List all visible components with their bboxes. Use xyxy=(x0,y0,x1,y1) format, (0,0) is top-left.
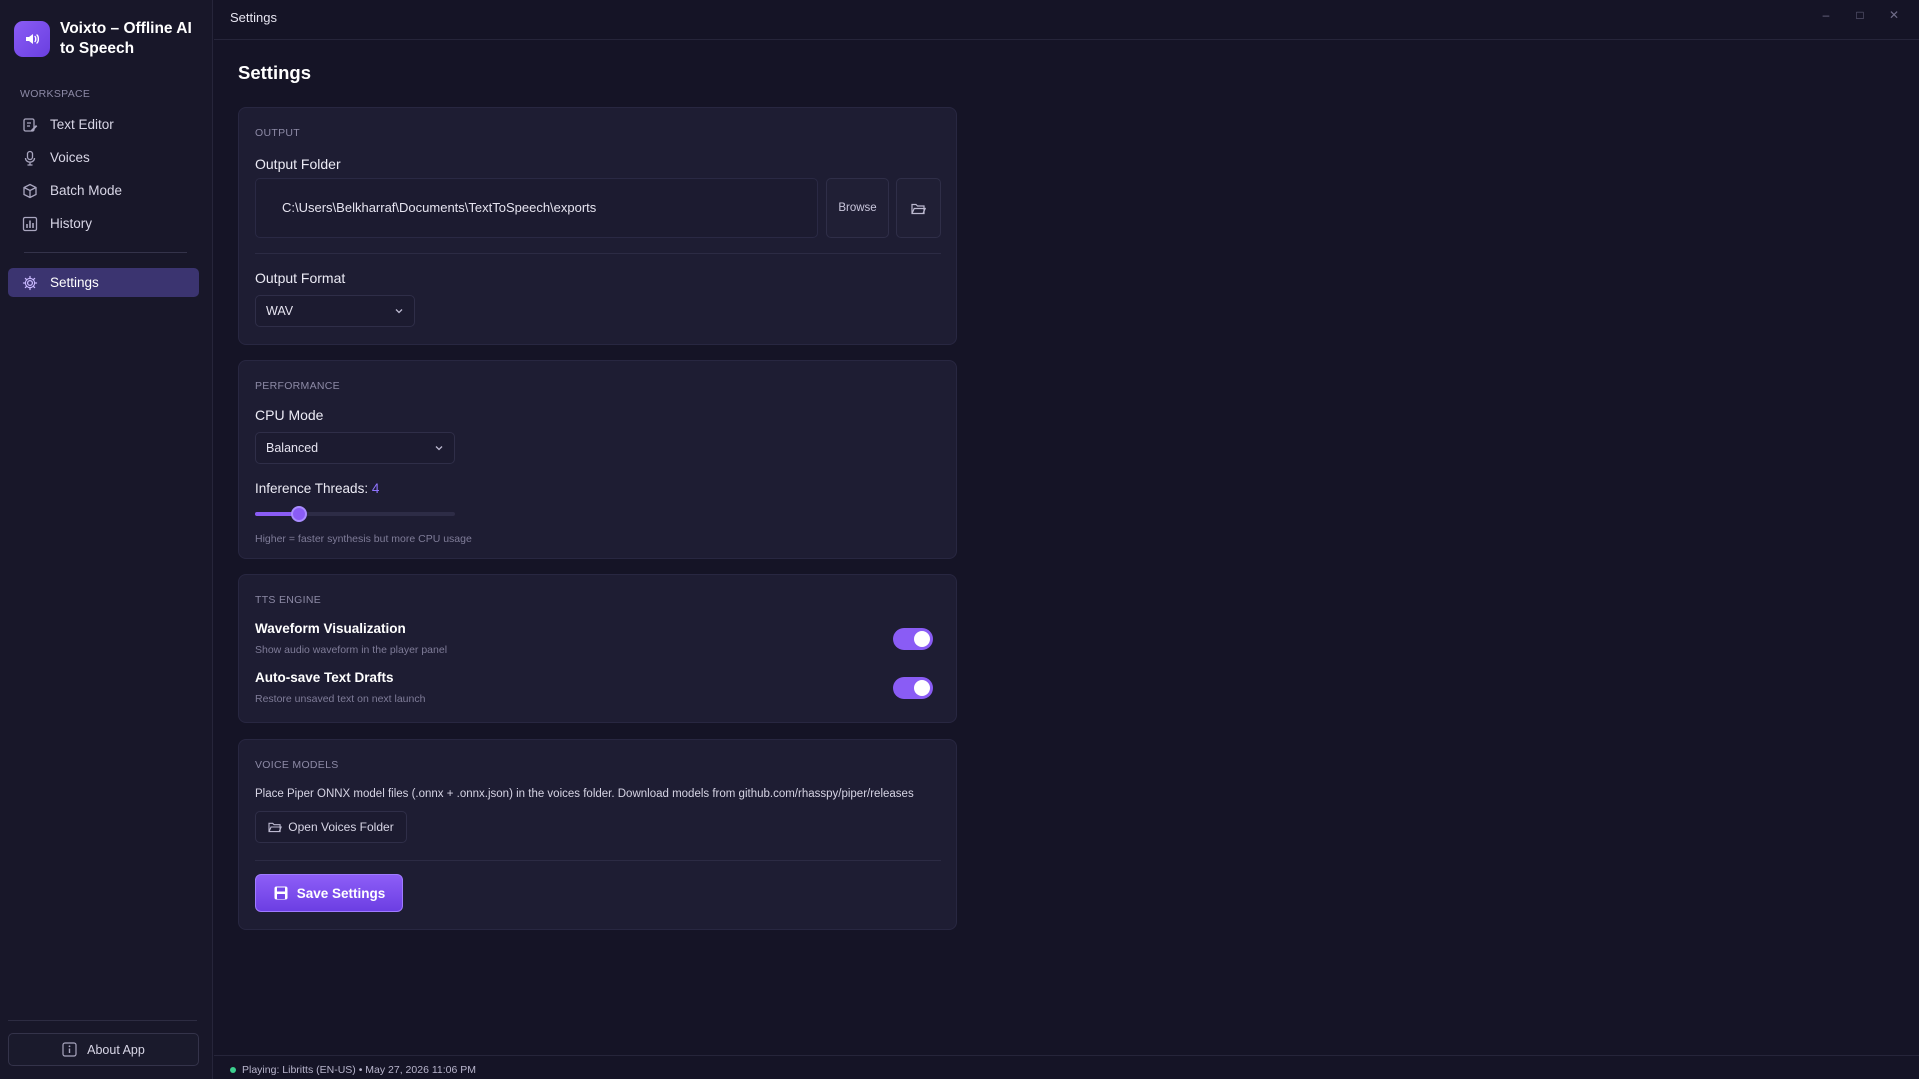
close-button[interactable]: ✕ xyxy=(1884,8,1904,22)
text-editor-icon xyxy=(23,117,38,132)
about-app-button[interactable]: About App xyxy=(8,1033,199,1066)
output-format-label: Output Format xyxy=(255,270,346,286)
cpu-mode-select[interactable]: Balanced xyxy=(255,432,455,464)
output-format-value: WAV xyxy=(266,304,294,318)
sidebar: Voixto – Offline AI to Speech WORKSPACE … xyxy=(0,0,213,1079)
status-bar: Playing: Libritts (EN-US) • May 27, 2026… xyxy=(214,1055,1919,1079)
sidebar-item-batch-mode[interactable]: Batch Mode xyxy=(8,176,199,205)
brand: Voixto – Offline AI to Speech xyxy=(14,19,200,59)
inference-threads-slider[interactable] xyxy=(255,506,455,522)
sidebar-item-label: History xyxy=(50,216,93,231)
folder-icon xyxy=(911,203,926,214)
sidebar-item-label: Batch Mode xyxy=(50,183,123,198)
sidebar-item-label: Voices xyxy=(50,150,90,165)
save-settings-button[interactable]: Save Settings xyxy=(255,874,403,912)
auto-save-drafts-toggle[interactable] xyxy=(893,677,933,699)
sidebar-item-history[interactable]: History xyxy=(8,209,199,238)
info-icon xyxy=(62,1042,77,1057)
maximize-button[interactable]: □ xyxy=(1850,8,1870,22)
slider-handle[interactable] xyxy=(291,506,307,522)
sidebar-item-settings[interactable]: Settings xyxy=(8,268,199,297)
cpu-mode-label: CPU Mode xyxy=(255,407,324,423)
inference-threads-label: Inference Threads: 4 xyxy=(255,481,380,496)
save-icon xyxy=(274,886,288,900)
folder-icon xyxy=(268,822,283,833)
output-folder-input[interactable]: C:\Users\Belkharraf\Documents\TextToSpee… xyxy=(255,178,818,238)
chevron-down-icon xyxy=(435,446,443,451)
voice-models-section-label: VOICE MODELS xyxy=(255,759,339,771)
auto-save-drafts-title: Auto-save Text Drafts xyxy=(255,670,394,685)
sidebar-item-voices[interactable]: Voices xyxy=(8,143,199,172)
speaker-icon xyxy=(14,21,50,57)
cpu-mode-value: Balanced xyxy=(266,441,319,455)
browse-button[interactable]: Browse xyxy=(826,178,889,238)
sidebar-item-label: Text Editor xyxy=(50,117,114,132)
inference-threads-hint: Higher = faster synthesis but more CPU u… xyxy=(255,533,472,545)
voice-models-divider xyxy=(255,860,941,861)
output-folder-label: Output Folder xyxy=(255,156,341,172)
chart-icon xyxy=(22,216,38,231)
output-format-select[interactable]: WAV xyxy=(255,295,415,327)
inference-threads-value: 4 xyxy=(371,481,380,496)
voice-models-description: Place Piper ONNX model files (.onnx + .o… xyxy=(255,788,914,800)
sidebar-item-text-editor[interactable]: Text Editor xyxy=(8,110,199,139)
app-title: Voixto – Offline AI to Speech xyxy=(60,20,192,57)
workspace-section-label: WORKSPACE xyxy=(20,88,91,100)
chevron-down-icon xyxy=(395,309,403,314)
output-card: OUTPUT Output Folder C:\Users\Belkharraf… xyxy=(238,107,957,345)
sidebar-item-label: Settings xyxy=(50,275,99,290)
page-title: Settings xyxy=(238,62,311,83)
auto-save-drafts-desc: Restore unsaved text on next launch xyxy=(255,693,426,705)
toggle-knob xyxy=(914,680,930,696)
nav-divider xyxy=(24,252,187,253)
open-folder-button[interactable] xyxy=(896,178,941,238)
voice-models-card: VOICE MODELS Place Piper ONNX model file… xyxy=(238,739,957,930)
toggle-knob xyxy=(914,631,930,647)
performance-card: PERFORMANCE CPU Mode Balanced Inference … xyxy=(238,360,957,559)
window-title: Settings xyxy=(230,10,277,25)
open-voices-folder-label: Open Voices Folder xyxy=(288,820,394,834)
gear-icon xyxy=(22,275,38,290)
package-icon xyxy=(23,183,37,198)
sidebar-bottom-divider xyxy=(8,1020,197,1021)
title-bar: Settings – □ ✕ xyxy=(214,0,1919,40)
about-app-label: About App xyxy=(87,1042,145,1057)
tts-engine-card: TTS ENGINE Waveform Visualization Show a… xyxy=(238,574,957,723)
open-voices-folder-button[interactable]: Open Voices Folder xyxy=(255,811,407,843)
waveform-visualization-desc: Show audio waveform in the player panel xyxy=(255,644,448,656)
status-indicator xyxy=(230,1067,236,1073)
performance-section-label: PERFORMANCE xyxy=(255,380,340,392)
tts-engine-section-label: TTS ENGINE xyxy=(255,594,322,606)
waveform-visualization-toggle[interactable] xyxy=(893,628,933,650)
output-section-label: OUTPUT xyxy=(255,127,300,139)
output-divider xyxy=(255,253,941,254)
waveform-visualization-title: Waveform Visualization xyxy=(255,621,406,636)
status-text: Playing: Libritts (EN-US) • May 27, 2026… xyxy=(242,1064,476,1076)
minimize-button[interactable]: – xyxy=(1816,8,1836,22)
save-settings-label: Save Settings xyxy=(296,885,386,901)
microphone-icon xyxy=(24,150,36,166)
